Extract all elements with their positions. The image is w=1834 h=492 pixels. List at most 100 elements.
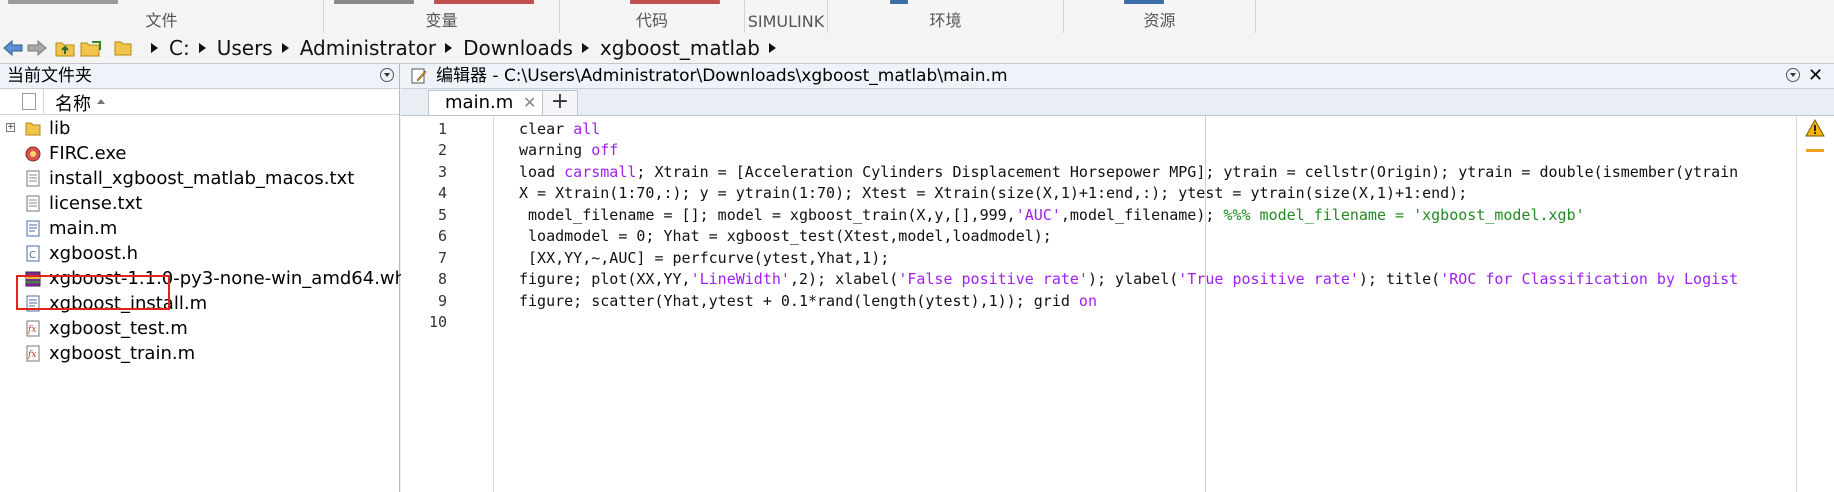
code-token: clear — [519, 120, 574, 138]
code-line[interactable]: clear all — [519, 120, 600, 138]
analyzer-bar — [1796, 116, 1834, 492]
editor-tab-bar: main.m ✕ + — [401, 89, 1834, 116]
code-line[interactable]: figure; plot(XX,YY,'LineWidth',2); xlabe… — [519, 270, 1739, 288]
editor-icon — [411, 68, 427, 84]
expand-icon[interactable]: + — [6, 123, 15, 132]
code-line[interactable]: model_filename = []; model = xgboost_tra… — [519, 206, 1585, 224]
ribbon-group-label: 变量 — [425, 11, 458, 30]
file-name: main.m — [49, 218, 118, 239]
code-token: ); ylabel( — [1087, 270, 1179, 288]
breadcrumb-item-c[interactable]: C: — [169, 36, 190, 60]
back-icon[interactable] — [2, 37, 24, 59]
current-folder-title: 当前文件夹 — [7, 66, 92, 86]
code-token: on — [1078, 292, 1097, 310]
ribbon-group-environment: 环境 — [828, 0, 1064, 33]
breadcrumb-item-downloads[interactable]: Downloads — [463, 36, 573, 60]
ribbon-group-variable: 变量 — [324, 0, 560, 33]
code-line[interactable]: warning off — [519, 141, 618, 159]
file-list-header: 名称 — [0, 89, 399, 115]
close-icon[interactable]: ✕ — [1808, 64, 1823, 88]
code-line[interactable]: loadmodel = 0; Yhat = xgboost_test(Xtest… — [519, 227, 1052, 245]
sort-ascending-icon — [97, 99, 105, 104]
breadcrumb-separator — [581, 43, 589, 53]
folder-icon — [112, 37, 134, 59]
breadcrumb-item-xgboost-matlab[interactable]: xgboost_matlab — [600, 36, 760, 60]
warning-marker[interactable] — [1806, 149, 1824, 152]
list-item[interactable]: + lib — [0, 116, 398, 141]
panel-actions-icon[interactable] — [380, 68, 394, 82]
svg-text:fx: fx — [27, 350, 36, 360]
breadcrumb-separator — [151, 43, 158, 53]
code-line[interactable]: X = Xtrain(1:70,:); y = ytrain(1:70); Xt… — [519, 184, 1467, 202]
code-token: 'LineWidth' — [690, 270, 790, 288]
breadcrumb-separator — [198, 43, 206, 53]
list-item[interactable]: FIRC.exe — [0, 141, 398, 166]
tab-close-icon[interactable]: ✕ — [523, 91, 536, 115]
current-folder-panel: 当前文件夹 名称 + lib FIRC.exe install_xgboost_… — [0, 64, 411, 492]
editor-title: 编辑器 - C:\Users\Administrator\Downloads\x… — [436, 66, 1008, 86]
code-token: [XX,YY,~,AUC] = perfcurve(ytest,Yhat,1); — [519, 249, 890, 267]
line-number: 10 — [428, 313, 447, 331]
code-line[interactable]: [XX,YY,~,AUC] = perfcurve(ytest,Yhat,1); — [519, 249, 889, 267]
code-token: X = Xtrain(1:70,:); y = ytrain(1:70); Xt… — [519, 184, 1468, 202]
line-number-gutter: 1 2 3 4 5 6 7 8 9 10 — [401, 116, 494, 492]
code-token: figure; scatter(Yhat,ytest + 0.1*rand(le… — [519, 292, 1079, 310]
name-column-header[interactable]: 名称 — [55, 90, 91, 116]
code-token: off — [591, 141, 619, 159]
code-token: load — [519, 163, 565, 181]
list-item[interactable]: license.txt — [0, 191, 398, 216]
file-type-column-icon[interactable] — [22, 93, 36, 110]
exe-icon — [25, 146, 41, 162]
breadcrumb-item-users[interactable]: Users — [217, 36, 273, 60]
code-line[interactable]: figure; scatter(Yhat,ytest + 0.1*rand(le… — [519, 292, 1097, 310]
tab-main-m[interactable]: main.m ✕ — [428, 90, 543, 115]
code-token: carsmall — [564, 163, 637, 181]
code-token: ,model_filename); — [1060, 206, 1224, 224]
code-line[interactable]: load carsmall; Xtrain = [Acceleration Cy… — [519, 163, 1739, 181]
ribbon-group-code: 代码 — [560, 0, 745, 33]
svg-text:C: C — [29, 250, 36, 261]
code-token: loadmodel = 0; Yhat = xgboost_test(Xtest… — [519, 227, 1052, 245]
line-number: 6 — [437, 227, 447, 245]
text-file-icon — [26, 195, 40, 212]
ribbon-group-label: SIMULINK — [747, 12, 825, 31]
list-item-selected[interactable]: main.m — [0, 216, 398, 241]
header-file-icon: C — [26, 245, 40, 262]
code-token: ); title( — [1358, 270, 1441, 288]
file-name: install_xgboost_matlab_macos.txt — [49, 168, 355, 189]
up-folder-icon[interactable] — [54, 37, 76, 59]
text-file-icon — [26, 170, 40, 187]
function-file-icon: fx — [26, 345, 40, 362]
ribbon: 文件 变量 代码 SIMULINK 环境 资源 — [0, 0, 1834, 34]
breadcrumb: C: Users Administrator Downloads xgboost… — [142, 35, 787, 61]
function-file-icon: fx — [26, 320, 40, 337]
code-token: model_filename = []; model = xgboost_tra… — [519, 206, 1016, 224]
breadcrumb-item-administrator[interactable]: Administrator — [300, 36, 436, 60]
ribbon-group-label: 代码 — [635, 11, 668, 30]
forward-icon[interactable] — [26, 37, 48, 59]
code-token: %%% model_filename = 'xgboost_model.xgb' — [1223, 206, 1585, 224]
list-item[interactable]: install_xgboost_matlab_macos.txt — [0, 166, 398, 191]
file-name: license.txt — [49, 193, 143, 214]
editor-panel: 编辑器 - C:\Users\Administrator\Downloads\x… — [401, 64, 1834, 492]
line-number: 8 — [437, 270, 447, 288]
list-item[interactable]: fx xgboost_test.m — [0, 316, 398, 341]
script-file-icon — [26, 220, 40, 237]
highlight-box — [16, 275, 170, 310]
list-item[interactable]: C xgboost.h — [0, 241, 398, 266]
code-token: figure; plot(XX,YY, — [519, 270, 691, 288]
folder-icon — [25, 122, 41, 136]
code-token: ; Xtrain = [Acceleration Cylinders Displ… — [636, 163, 1739, 181]
svg-text:fx: fx — [27, 325, 36, 335]
code-area[interactable]: clear all warning off load carsmall; Xtrai… — [519, 116, 1739, 492]
breadcrumb-dropdown-arrow[interactable] — [768, 43, 776, 53]
list-item[interactable]: fx xgboost_train.m — [0, 341, 398, 366]
warning-icon[interactable] — [1805, 119, 1825, 137]
new-tab-button[interactable]: + — [543, 90, 578, 115]
panel-actions-icon[interactable] — [1786, 68, 1800, 82]
breadcrumb-separator — [281, 43, 289, 53]
browse-folder-icon[interactable] — [80, 37, 102, 59]
ribbon-group-file: 文件 — [0, 0, 324, 33]
line-number: 7 — [437, 249, 447, 267]
ribbon-group-simulink: SIMULINK — [745, 0, 828, 33]
